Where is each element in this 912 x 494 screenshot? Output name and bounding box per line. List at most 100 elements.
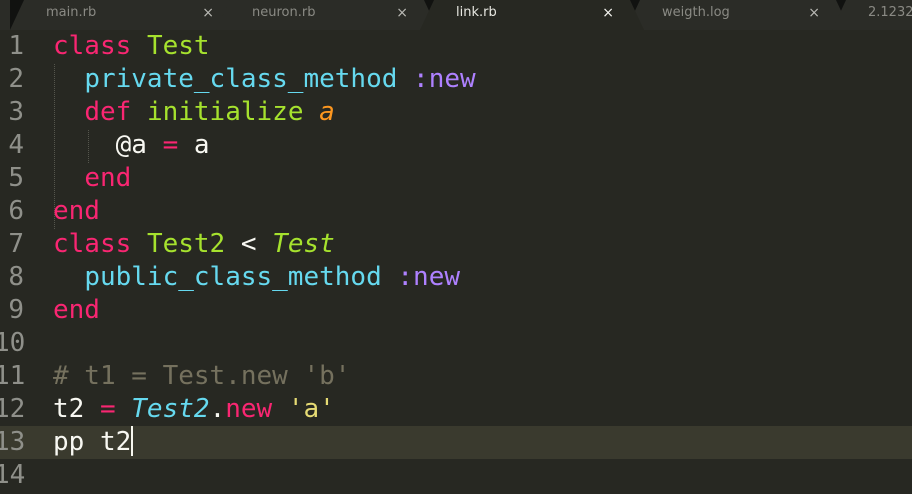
code-token: # t1 = Test.new 'b': [53, 361, 351, 391]
code-text: class Test2 < Test: [53, 228, 335, 261]
code-line[interactable]: 10: [0, 327, 912, 360]
tab-label: 2.1232: [868, 5, 912, 20]
code-token: a: [178, 130, 210, 160]
code-token: :new: [397, 262, 461, 292]
tab-label: link.rb: [456, 5, 497, 20]
code-editor[interactable]: 1 class Test 2 private_class_method :new 3 …: [0, 30, 912, 494]
code-text: t2 = Test2.new 'a': [53, 393, 335, 426]
tab-label: neuron.rb: [252, 5, 316, 20]
code-text: class Test: [53, 30, 210, 63]
line-number: 2: [8, 64, 24, 94]
code-token: end: [53, 295, 100, 325]
code-token: class: [53, 229, 132, 259]
code-token: 'a': [287, 394, 335, 424]
code-line[interactable]: 7 class Test2 < Test: [0, 228, 912, 261]
code-line[interactable]: 1 class Test: [0, 30, 912, 63]
close-icon[interactable]: ×: [396, 0, 408, 26]
code-text: end: [53, 294, 100, 327]
code-line[interactable]: 8 public_class_method :new: [0, 261, 912, 294]
code-token: a: [319, 97, 335, 127]
code-line[interactable]: 3 def initialize a: [0, 96, 912, 129]
code-text: @a = a: [53, 129, 210, 162]
code-line[interactable]: 4 @a = a: [0, 129, 912, 162]
line-number: 13: [0, 427, 26, 457]
code-token: initialize: [146, 97, 304, 127]
code-text: def initialize a: [53, 96, 335, 129]
code-token: :new: [413, 64, 476, 94]
text-cursor: [131, 426, 134, 456]
line-number: 3: [8, 97, 24, 127]
line-number: 5: [8, 163, 24, 193]
close-icon[interactable]: ×: [202, 0, 214, 26]
tab-link-rb[interactable]: link.rb ×: [420, 0, 644, 30]
code-line[interactable]: 6 end: [0, 195, 912, 228]
editor-window: main.rb × neuron.rb × weigth.log × 2.123…: [0, 0, 912, 494]
code-token: end: [53, 196, 100, 226]
close-icon[interactable]: ×: [602, 0, 614, 26]
code-line[interactable]: 5 end: [0, 162, 912, 195]
code-text: end: [53, 195, 100, 228]
line-number: 9: [8, 295, 24, 325]
code-token: @a: [115, 130, 147, 160]
tab-neuron-rb[interactable]: neuron.rb ×: [216, 0, 438, 30]
code-text: # t1 = Test.new 'b': [53, 360, 350, 393]
code-token: Test: [146, 31, 210, 61]
code-token: public_class_method: [84, 262, 382, 292]
tab-label: weigth.log: [662, 5, 730, 20]
line-number: 14: [0, 460, 26, 490]
code-line[interactable]: 12 t2 = Test2.new 'a': [0, 393, 912, 426]
code-text: public_class_method :new: [53, 261, 460, 294]
code-token: Test2: [131, 394, 210, 424]
tab-weigth-log[interactable]: weigth.log ×: [626, 0, 850, 30]
code-token: def: [84, 97, 132, 127]
code-token: .: [209, 394, 226, 424]
tab-bar: main.rb × neuron.rb × weigth.log × 2.123…: [0, 0, 912, 30]
line-number: 10: [0, 328, 26, 358]
line-number: 4: [8, 130, 24, 160]
code-token: end: [84, 163, 132, 193]
line-number: 11: [0, 361, 26, 391]
code-token: =: [162, 130, 179, 160]
code-token: Test2: [146, 229, 226, 259]
code-token: class: [53, 31, 132, 61]
code-text: private_class_method :new: [53, 63, 476, 96]
code-line[interactable]: 13 pp t2: [0, 426, 912, 459]
line-number: 6: [8, 196, 24, 226]
code-line[interactable]: 11 # t1 = Test.new 'b': [0, 360, 912, 393]
code-token: Test: [272, 229, 335, 259]
code-line[interactable]: 9 end: [0, 294, 912, 327]
code-token: private_class_method: [84, 64, 398, 94]
tab-scroll-left[interactable]: [0, 0, 10, 30]
close-icon[interactable]: ×: [808, 0, 820, 26]
code-text: pp t2: [53, 426, 134, 459]
tab-label: main.rb: [46, 5, 97, 20]
line-number: 1: [8, 31, 24, 61]
code-line[interactable]: 14: [0, 459, 912, 492]
code-text: end: [53, 162, 131, 195]
code-token: t2: [53, 394, 85, 424]
tab-main-rb[interactable]: main.rb ×: [10, 0, 244, 30]
line-number: 8: [8, 262, 24, 292]
code-token: new: [225, 394, 273, 424]
code-token: <: [225, 229, 273, 259]
code-token: =: [99, 394, 116, 424]
code-line[interactable]: 2 private_class_method :new: [0, 63, 912, 96]
code-token: pp t2: [53, 427, 132, 457]
tab-2-1232[interactable]: 2.1232: [832, 0, 912, 30]
line-number: 7: [8, 229, 24, 259]
